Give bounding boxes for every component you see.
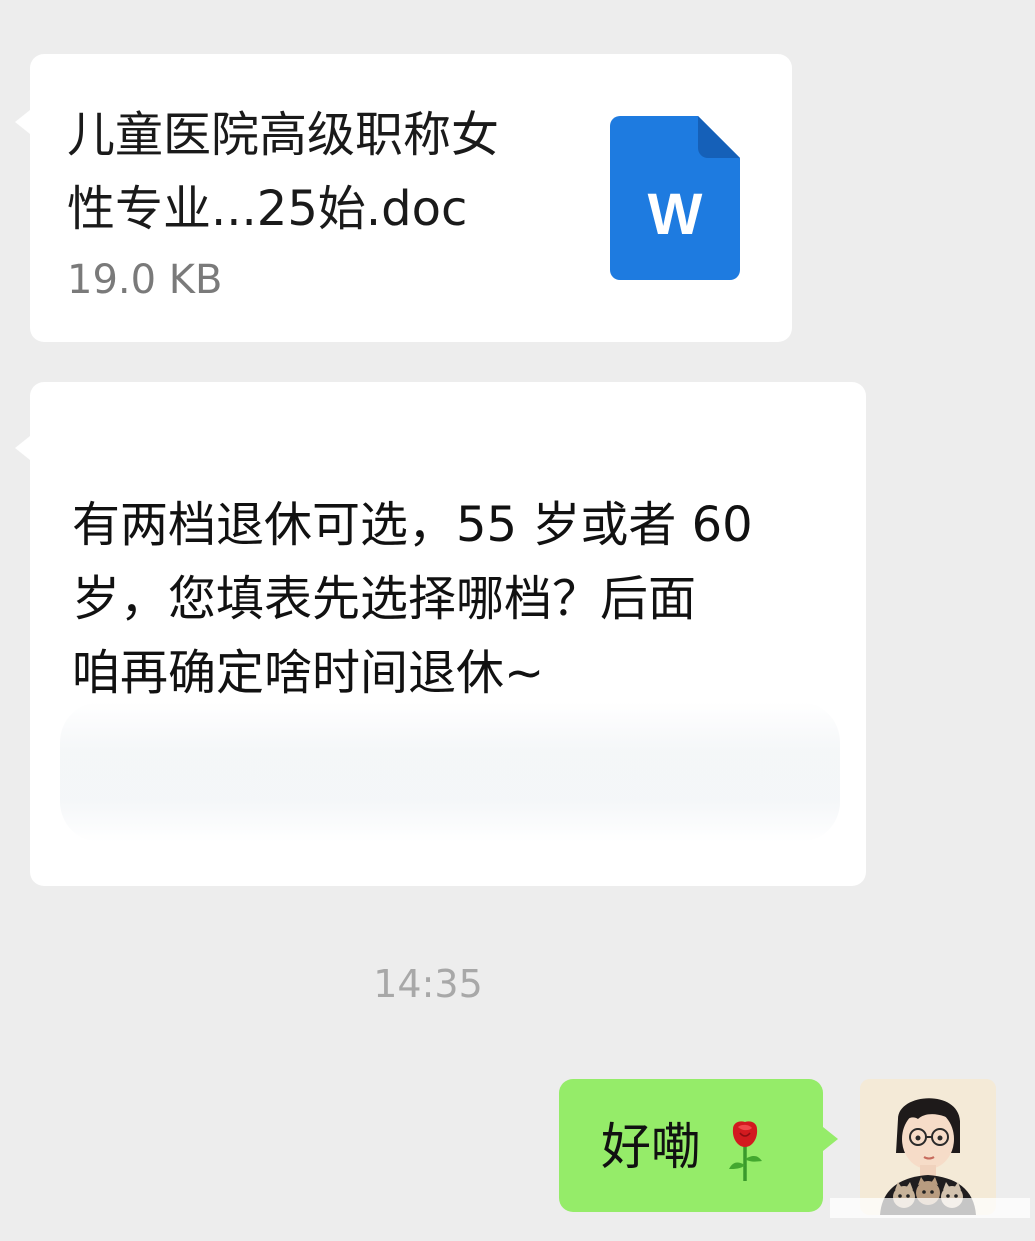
avatar[interactable] xyxy=(860,1079,996,1215)
message-line-1: 有两档退休可选，55 岁或者 60 xyxy=(72,497,753,553)
bubble-tail xyxy=(823,1127,838,1151)
message-timestamp: 14:35 xyxy=(373,962,483,1006)
bubble-tail xyxy=(15,436,30,460)
word-doc-icon: W xyxy=(610,116,740,280)
file-name-line-2: 性专业...25始.doc xyxy=(67,181,468,237)
message-line-2: 岁，您填表先选择哪档？后面 xyxy=(72,571,697,627)
text-message-bubble[interactable]: 有两档退休可选，55 岁或者 60 岁，您填表先选择哪档？后面 咱再确定啥时间退… xyxy=(15,382,866,886)
file-size: 19.0 KB xyxy=(67,257,223,303)
message-line-3: 咱再确定啥时间退休~ xyxy=(72,645,545,701)
watermark-strip xyxy=(830,1198,1030,1218)
bubble-tail xyxy=(15,110,30,134)
avatar-illustration-icon xyxy=(860,1079,996,1215)
reply-message-bubble[interactable]: 好嘞 xyxy=(559,1079,838,1212)
word-icon-letter: W xyxy=(648,182,703,247)
file-name: 儿童医院高级职称女 性专业...25始.doc xyxy=(67,98,587,246)
reply-text: 好嘞 xyxy=(601,1118,701,1176)
rose-icon xyxy=(729,1121,762,1181)
file-name-line-1: 儿童医院高级职称女 xyxy=(67,107,500,163)
blurred-region xyxy=(60,702,840,842)
message-text: 有两档退休可选，55 岁或者 60 岁，您填表先选择哪档？后面 咱再确定啥时间退… xyxy=(72,488,842,710)
file-message-bubble[interactable]: 儿童医院高级职称女 性专业...25始.doc 19.0 KB W xyxy=(15,54,792,342)
